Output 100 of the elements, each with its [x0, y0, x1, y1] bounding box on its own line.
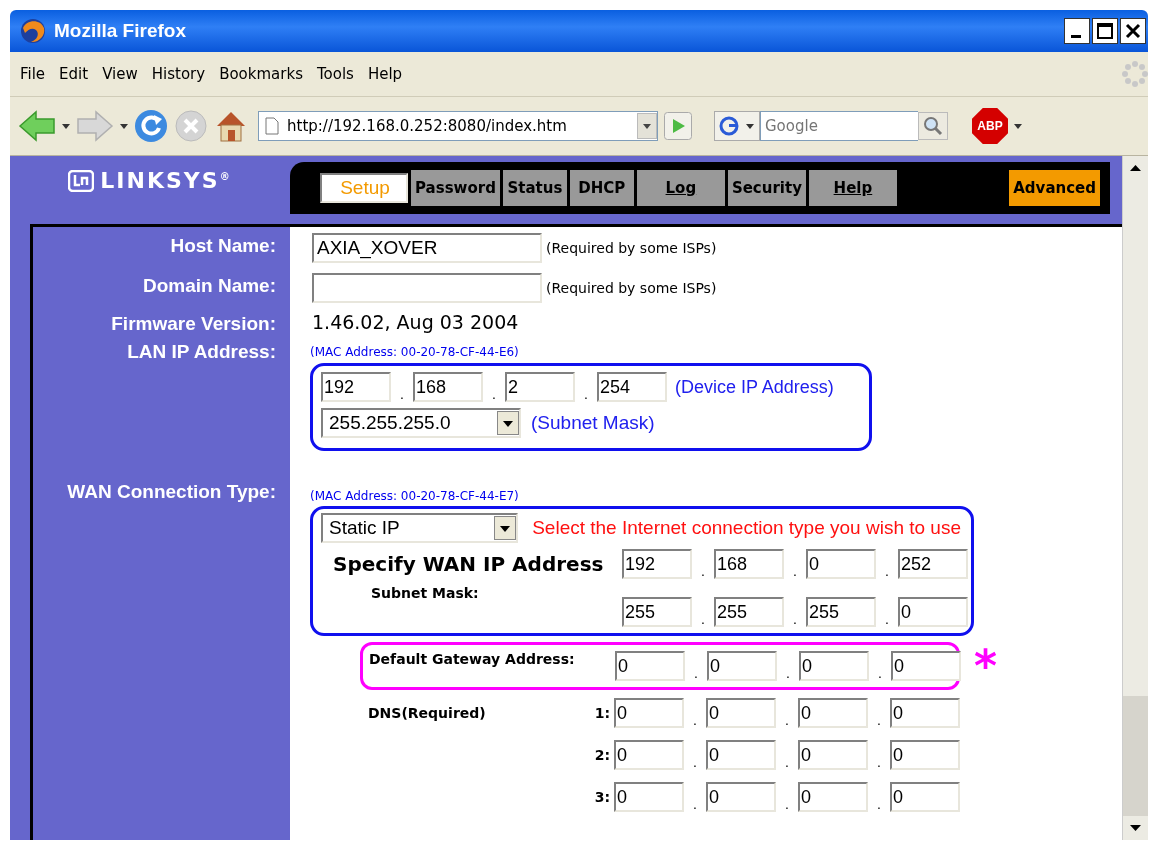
octet-field[interactable]: 0: [890, 740, 960, 770]
menu-item[interactable]: File: [14, 63, 52, 85]
separator-text: .: [692, 754, 698, 770]
menu-item[interactable]: Bookmarks: [213, 63, 309, 85]
separator-text: .: [583, 386, 589, 402]
dropdown-button[interactable]: [637, 113, 657, 139]
octet-field[interactable]: 255: [622, 597, 692, 627]
nav-tab[interactable]: Advanced: [1009, 170, 1100, 206]
minimize-button[interactable]: [1064, 18, 1090, 44]
nav-tab[interactable]: Status: [502, 170, 567, 206]
close-button[interactable]: [1120, 18, 1146, 44]
menu-item[interactable]: History: [145, 63, 212, 85]
search-engine-button[interactable]: [714, 111, 760, 141]
separator-text: .: [693, 665, 699, 681]
field-label: Domain Name:: [141, 274, 277, 298]
octet-field[interactable]: 0: [898, 597, 968, 627]
linksys-logo-icon: [68, 169, 95, 192]
separator-text: .: [785, 665, 791, 681]
octet-field[interactable]: 168: [714, 549, 784, 579]
connection-type-dropdown[interactable]: Static IP: [321, 513, 519, 543]
reload-icon[interactable]: [134, 109, 168, 143]
nav-tab[interactable]: Help: [808, 170, 897, 206]
octet-field[interactable]: 0: [891, 651, 961, 681]
dropdown-caret-icon[interactable]: [1014, 123, 1022, 129]
subnet-dropdown[interactable]: 255.255.255.0: [321, 408, 521, 438]
dropdown-caret-icon[interactable]: [120, 123, 128, 129]
separator-text: .: [876, 712, 882, 728]
separator-text: .: [692, 796, 698, 812]
octet-field[interactable]: 255: [714, 597, 784, 627]
address-bar[interactable]: http://192.168.0.252:8080/index.htm: [258, 111, 658, 141]
field-label: DNS(Required): [368, 705, 487, 721]
separator-text: .: [792, 611, 798, 627]
octet-field[interactable]: 252: [898, 549, 968, 579]
nav-tab[interactable]: Security: [727, 170, 806, 206]
row-number: 1:: [594, 705, 611, 721]
scrollbar-thumb[interactable]: [1123, 696, 1148, 816]
octet-field[interactable]: 0: [706, 782, 776, 812]
menu-item[interactable]: Edit: [53, 63, 95, 85]
hint-text: (Subnet Mask): [531, 412, 655, 434]
octet-field[interactable]: 192: [622, 549, 692, 579]
field-label: Host Name:: [169, 234, 277, 258]
hint-text: (Required by some ISPs): [546, 280, 717, 296]
octet-field[interactable]: 0: [614, 698, 684, 728]
octet-field[interactable]: 0: [798, 740, 868, 770]
menu-item[interactable]: Help: [361, 63, 409, 85]
field-label: Specify WAN IP Address: [332, 552, 605, 576]
octet-field[interactable]: 0: [890, 698, 960, 728]
field-label: Subnet Mask:: [370, 585, 480, 601]
hint-text: (Device IP Address): [675, 376, 834, 398]
separator-text: .: [884, 611, 890, 627]
field-label: LAN IP Address:: [126, 340, 277, 364]
octet-field[interactable]: 0: [706, 698, 776, 728]
separator-text: .: [884, 563, 890, 579]
hint-text: (Required by some ISPs): [546, 240, 717, 256]
nav-tab[interactable]: Password: [411, 170, 500, 206]
octet-field[interactable]: 0: [615, 651, 685, 681]
nav-tab[interactable]: Log: [636, 170, 725, 206]
search-icon[interactable]: [918, 112, 948, 140]
menu-item[interactable]: Tools: [310, 63, 360, 85]
nav-tab[interactable]: DHCP: [569, 170, 634, 206]
octet-field[interactable]: 0: [614, 782, 684, 812]
field-label: WAN Connection Type:: [66, 480, 277, 504]
mac-address-text: (MAC Address: 00-20-78-CF-44-E6): [310, 345, 519, 359]
separator-text: .: [784, 712, 790, 728]
octet-field[interactable]: 168: [413, 372, 483, 402]
menu-item[interactable]: View: [96, 63, 144, 85]
maximize-button[interactable]: [1092, 18, 1118, 44]
octet-field[interactable]: 0: [706, 740, 776, 770]
separator-text: .: [784, 796, 790, 812]
text-field[interactable]: AXIA_XOVER: [312, 233, 542, 263]
separator-text: .: [784, 754, 790, 770]
row-number: 2:: [594, 747, 611, 763]
hint-text: Select the Internet connection type you wish to use: [532, 517, 961, 539]
back-arrow-icon[interactable]: [18, 110, 56, 142]
logo-text: LINKSYS$^{®}$: [100, 168, 232, 193]
page-icon: [265, 117, 279, 135]
octet-field[interactable]: 0: [806, 549, 876, 579]
octet-field[interactable]: 254: [597, 372, 667, 402]
field-label: Firmware Version:: [110, 312, 277, 335]
separator-text: .: [399, 386, 405, 402]
octet-field[interactable]: 0: [890, 782, 960, 812]
mac-address-text: (MAC Address: 00-20-78-CF-44-E7): [310, 489, 519, 503]
octet-field[interactable]: 0: [799, 651, 869, 681]
dropdown-caret-icon[interactable]: [62, 123, 70, 129]
text-field[interactable]: [312, 273, 542, 303]
separator-text: .: [876, 754, 882, 770]
separator-text: .: [700, 611, 706, 627]
octet-field[interactable]: 2: [505, 372, 575, 402]
adblock-button[interactable]: ABP: [972, 108, 1008, 144]
throbber-icon: [1122, 61, 1148, 87]
octet-field[interactable]: 0: [707, 651, 777, 681]
firefox-logo-icon: [20, 18, 46, 44]
separator-text: .: [792, 563, 798, 579]
octet-field[interactable]: 192: [321, 372, 391, 402]
search-field[interactable]: Google: [760, 111, 918, 141]
octet-field[interactable]: 0: [798, 782, 868, 812]
octet-field[interactable]: 0: [614, 740, 684, 770]
octet-field[interactable]: 0: [798, 698, 868, 728]
octet-field[interactable]: 255: [806, 597, 876, 627]
separator-text: .: [877, 665, 883, 681]
